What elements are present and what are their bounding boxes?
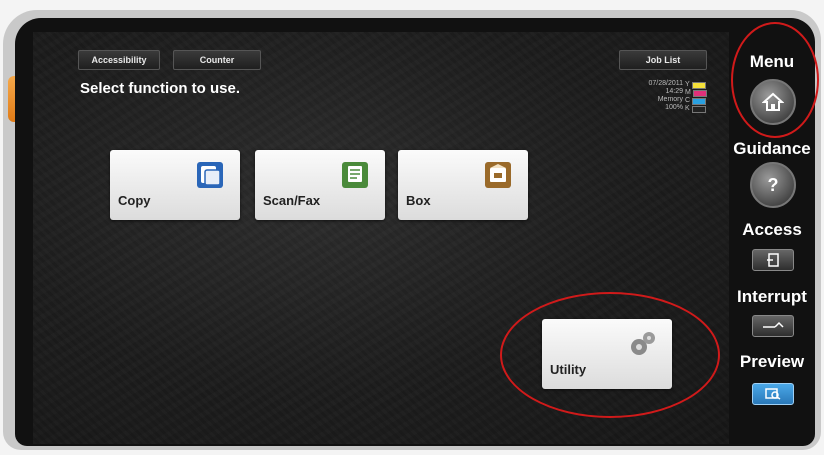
status-time: 14:29 [665,88,683,95]
toner-k: K [685,105,709,113]
interrupt-button[interactable] [752,315,794,337]
copy-tile[interactable]: Copy [110,150,240,220]
status-date: 07/28/2011 [648,80,683,87]
toner-y-label: Y [685,81,690,88]
preview-label: Preview [739,352,805,371]
job-list-button[interactable]: Job List [619,50,707,70]
guidance-label: Guidance [733,139,811,158]
toner-y-bar [691,81,706,89]
toner-m-label: M [685,89,691,96]
copy-label: Copy [118,193,151,208]
status-info: 07/28/2011 14:29 Memory 100% [623,80,683,112]
preview-icon [765,388,781,400]
guidance-button[interactable]: ? [750,162,796,208]
toner-k-bar [691,105,706,113]
access-icon [767,253,779,267]
counter-button[interactable]: Counter [173,50,261,70]
menu-highlight-ring [731,22,819,138]
interrupt-icon [763,321,784,328]
box-tile[interactable]: Box [398,150,528,220]
box-label: Box [406,193,431,208]
box-icon [485,162,511,188]
toner-y: Y [685,81,709,89]
toner-m-bar [692,89,707,97]
toner-c-bar [692,97,707,105]
toner-levels: Y M C K [685,81,709,113]
question-icon: ? [767,174,779,195]
access-button[interactable] [752,249,794,271]
utility-highlight-ring [500,292,720,418]
toner-c: C [685,97,709,105]
page-title: Select function to use. [80,80,241,97]
scan-fax-tile[interactable]: Scan/Fax [255,150,385,220]
copy-icon [197,162,223,188]
access-label: Access [742,220,802,239]
preview-button[interactable] [752,383,794,405]
status-memory-value: 100% [665,104,683,111]
interrupt-label: Interrupt [737,287,807,306]
status-memory-label: Memory [657,96,683,103]
toner-m: M [685,89,709,97]
scan-fax-icon [342,162,368,188]
accessibility-button[interactable]: Accessibility [78,50,160,70]
scan-fax-label: Scan/Fax [263,193,321,208]
toner-k-label: K [685,105,690,112]
toner-c-label: C [685,97,691,104]
